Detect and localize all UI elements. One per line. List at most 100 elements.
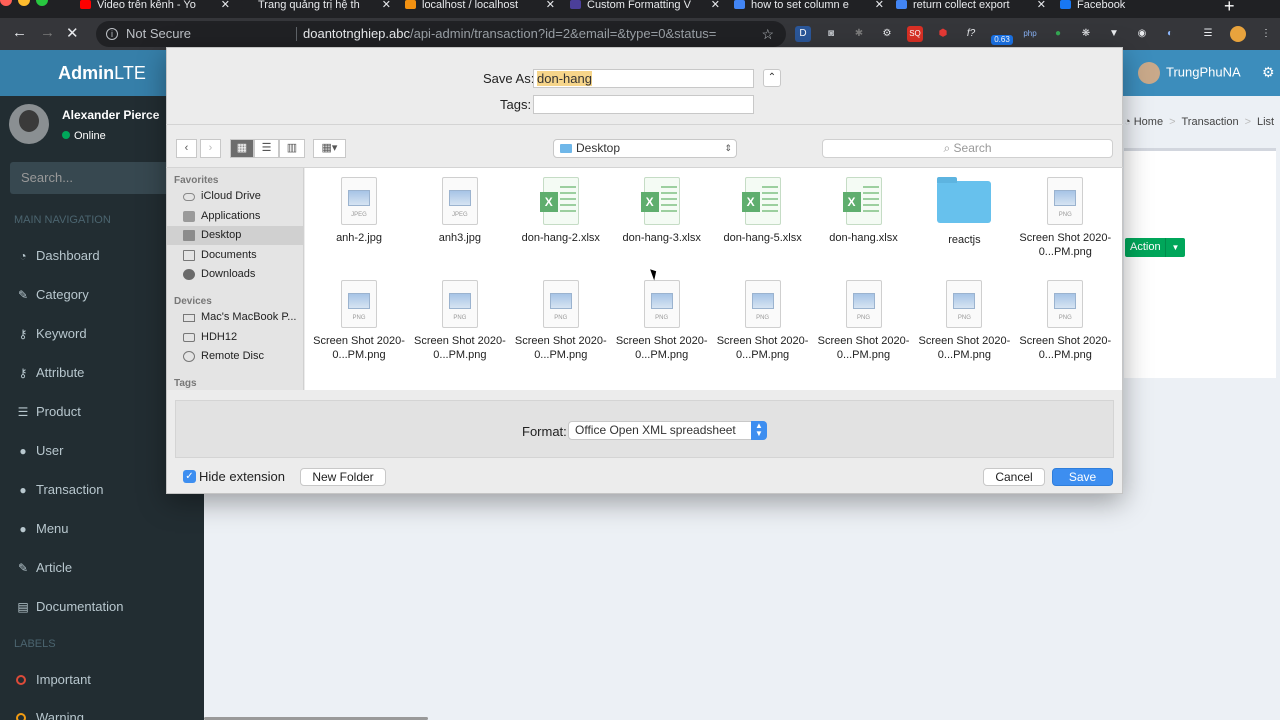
shield-icon[interactable]: ⬢ [935, 26, 951, 42]
function-icon[interactable]: f? [963, 26, 979, 42]
browser-tab[interactable]: return collect export ✕ [896, 0, 1046, 18]
sidebar-item-downloads[interactable]: Downloads [167, 265, 304, 284]
tags-input[interactable] [533, 95, 754, 114]
sidebar-device-item[interactable]: HDH12 [167, 328, 304, 347]
url-text[interactable]: doantotnghiep.abc/api-admin/transaction?… [303, 21, 716, 47]
file-item[interactable]: PNG Screen Shot 2020-0...PM.png [511, 280, 611, 362]
icon-view-icon[interactable]: ▦ [230, 139, 254, 158]
reading-list-icon[interactable]: ☰ [1200, 26, 1216, 42]
location-popup[interactable]: Desktop ⇕ [553, 139, 737, 158]
file-item[interactable]: PNG Screen Shot 2020-0...PM.png [1015, 177, 1115, 259]
window-minimize-icon[interactable] [18, 0, 30, 6]
tab-close-icon[interactable]: ✕ [875, 0, 884, 11]
sidebar-item-article[interactable]: ✎ Article [0, 549, 204, 587]
forward-icon[interactable]: → [40, 24, 55, 41]
browser-tab[interactable]: Custom Formatting V ✕ [570, 0, 720, 18]
tab-close-icon[interactable]: ✕ [1037, 0, 1046, 11]
save-as-input[interactable]: don-hang [533, 69, 754, 88]
sidebar-label-warning[interactable]: Warning [0, 699, 204, 720]
extension-sq-icon[interactable]: SQ [907, 26, 923, 42]
caret-down-icon[interactable]: ▼ [1165, 238, 1185, 257]
tab-close-icon[interactable]: ✕ [546, 0, 555, 11]
image-file-icon: JPEG [441, 177, 478, 225]
browser-tab[interactable]: Facebook [1060, 0, 1190, 18]
dialog-search-input[interactable]: ⌕ Search [822, 139, 1113, 158]
file-item[interactable]: PNG Screen Shot 2020-0...PM.png [410, 280, 510, 362]
extension-o-icon[interactable]: ◉ [1134, 26, 1150, 42]
sidebar-item-menu[interactable]: ● Menu [0, 510, 204, 548]
file-item[interactable]: Xdon-hang-2.xlsx [511, 177, 611, 245]
php-icon[interactable]: php [1022, 26, 1038, 42]
column-view-icon[interactable]: ▥ [279, 139, 305, 158]
profile-avatar[interactable] [1230, 26, 1246, 42]
file-item[interactable]: Xdon-hang.xlsx [814, 177, 914, 245]
camera-icon[interactable]: ◙ [823, 26, 839, 42]
sidebar-item-label: Desktop [201, 229, 242, 241]
sidebar-item-label: Dashboard [36, 248, 100, 263]
sidebar-item-documentation[interactable]: ▤ Documentation [0, 588, 204, 626]
new-tab-button[interactable]: + [1224, 0, 1235, 17]
file-item[interactable]: PNG Screen Shot 2020-0...PM.png [612, 280, 712, 362]
forward-nav-icon[interactable]: › [200, 139, 221, 158]
info-icon[interactable]: i [106, 28, 118, 40]
save-button[interactable]: Save [1052, 468, 1113, 486]
file-item[interactable]: PNG Screen Shot 2020-0...PM.png [914, 280, 1014, 362]
extension-v-icon[interactable]: ▼ [1106, 26, 1122, 42]
menu-kebab-icon[interactable]: ⋮ [1258, 26, 1274, 42]
tab-close-icon[interactable]: ✕ [382, 0, 391, 11]
browser-tab[interactable]: localhost / localhost ✕ [405, 0, 555, 18]
browser-tab[interactable]: Video trên kênh - Yo ✕ [80, 0, 230, 18]
extension-green-icon[interactable]: ● [1050, 26, 1066, 42]
window-close-icon[interactable] [0, 0, 12, 6]
sidebar-item-applications[interactable]: Applications [167, 207, 304, 226]
file-item[interactable]: PNG Screen Shot 2020-0...PM.png [1015, 280, 1115, 362]
file-item[interactable]: JPEG anh3.jpg [410, 177, 510, 245]
folder-icon [560, 144, 572, 153]
file-item[interactable]: PNG Screen Shot 2020-0...PM.png [713, 280, 813, 362]
tab-close-icon[interactable]: ✕ [221, 0, 230, 11]
settings-gear-icon[interactable]: ⚙ [1262, 64, 1275, 81]
list-view-icon[interactable]: ☰ [254, 139, 279, 158]
extension-d-icon[interactable]: D [795, 26, 811, 42]
format-select[interactable]: Office Open XML spreadsheet ▲ ▼ [568, 421, 767, 440]
back-icon[interactable]: ← [12, 24, 27, 41]
format-label: Format: [522, 424, 567, 439]
extension-circle-icon[interactable]: ◐ [1162, 26, 1178, 42]
sidebar-item-desktop[interactable]: Desktop [167, 226, 304, 245]
folder-item[interactable]: reactjs [914, 177, 1014, 247]
file-item[interactable]: JPEG anh-2.jpg [309, 177, 409, 245]
reload-icon[interactable]: ✕ [66, 24, 79, 42]
breadcrumb-home[interactable]: Home [1134, 116, 1163, 128]
hide-extension-checkbox[interactable]: ✓ [183, 470, 196, 483]
bookmark-star-icon[interactable]: ☆ [761, 21, 774, 47]
expand-dialog-button[interactable]: ⌃ [763, 69, 781, 87]
content-box [1124, 148, 1276, 378]
file-item[interactable]: PNG Screen Shot 2020-0...PM.png [309, 280, 409, 362]
sidebar-device-item[interactable]: Mac's MacBook P... [167, 308, 304, 327]
window-zoom-icon[interactable] [36, 0, 48, 6]
gallery-view-icon[interactable]: ▦▾ [313, 139, 346, 158]
cancel-button[interactable]: Cancel [983, 468, 1045, 486]
file-item[interactable]: PNG Screen Shot 2020-0...PM.png [814, 280, 914, 362]
extension-badge[interactable]: 0.63 [991, 35, 1013, 45]
sidebar-label-important[interactable]: Important [0, 661, 204, 699]
tab-close-icon[interactable]: ✕ [711, 0, 720, 11]
browser-tab[interactable]: how to set column e ✕ [734, 0, 884, 18]
extension-flower-icon[interactable]: ❋ [1078, 26, 1094, 42]
sidebar-item-documents[interactable]: Documents [167, 246, 304, 265]
address-bar[interactable]: i Not Secure doantotnghiep.abc/api-admin… [96, 21, 786, 47]
file-item[interactable]: Xdon-hang-5.xlsx [713, 177, 813, 245]
gear-icon[interactable]: ⚙ [879, 26, 895, 42]
disc-icon [183, 351, 195, 363]
sidebar-item-icloud-drive[interactable]: iCloud Drive [167, 187, 304, 206]
new-folder-button[interactable]: New Folder [300, 468, 386, 486]
browser-tab[interactable]: Trang quảng trị hệ th ✕ [241, 0, 391, 18]
back-nav-icon[interactable]: ‹ [176, 139, 197, 158]
breadcrumb-transaction[interactable]: Transaction [1182, 116, 1239, 128]
file-type-tag: PNG [655, 315, 669, 321]
file-item[interactable]: Xdon-hang-3.xlsx [612, 177, 712, 245]
extension-icon[interactable]: ✱ [851, 26, 867, 42]
header-user-menu[interactable]: TrungPhuNA [1138, 62, 1241, 84]
action-button[interactable]: Action ▼ [1125, 238, 1185, 257]
sidebar-device-item[interactable]: Remote Disc [167, 347, 304, 366]
